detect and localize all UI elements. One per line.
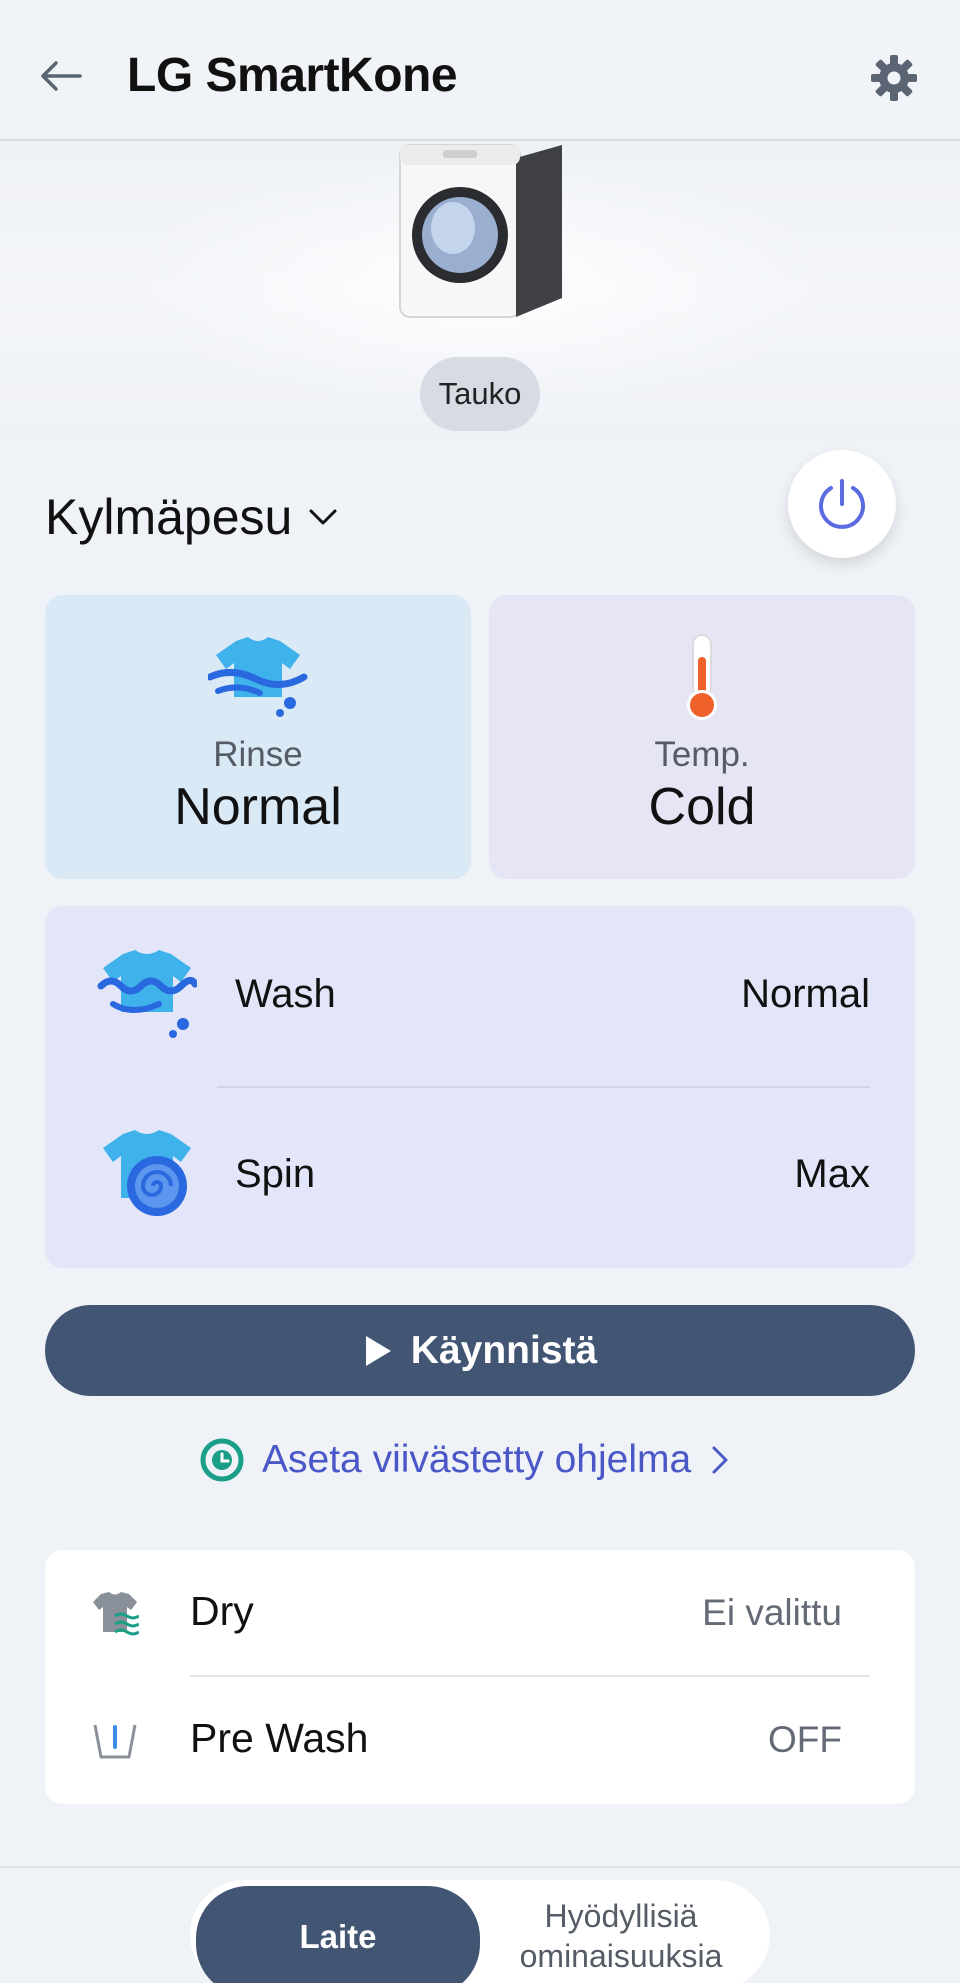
program-selector[interactable]: Kylmäpesu	[45, 488, 340, 546]
dry-label: Dry	[190, 1588, 254, 1634]
status-badge: Tauko	[420, 357, 540, 431]
wash-label: Wash	[235, 972, 336, 1016]
options-list: Dry Ei valittu Pre Wash OFF	[45, 1550, 915, 1804]
temp-value: Cold	[648, 778, 756, 836]
washing-machine-image	[399, 144, 562, 318]
spin-shirt-icon	[103, 1130, 191, 1216]
play-icon	[365, 1335, 391, 1366]
wash-spin-panel: Wash Normal Spin Max	[45, 906, 915, 1268]
tab-features[interactable]: Hyödyllisiä ominaisuuksia	[490, 1896, 752, 1976]
wash-row[interactable]: Wash Normal	[45, 906, 915, 1086]
spin-value: Max	[794, 1152, 870, 1196]
rinse-value: Normal	[174, 778, 342, 836]
wash-shirt-icon	[97, 950, 197, 1038]
temp-card[interactable]: Temp. Cold	[489, 595, 915, 879]
back-arrow-icon[interactable]	[36, 50, 88, 102]
gear-icon[interactable]	[868, 52, 920, 104]
spin-row[interactable]: Spin Max	[45, 1088, 915, 1268]
chevron-right-icon	[712, 1446, 728, 1474]
rinse-label: Rinse	[213, 735, 303, 774]
tab-features-line1: Hyödyllisiä	[544, 1898, 698, 1934]
program-name: Kylmäpesu	[45, 489, 293, 545]
prewash-option[interactable]: Pre Wash OFF	[45, 1677, 915, 1803]
start-label: Käynnistä	[410, 1328, 598, 1372]
rinse-shirt-icon	[208, 637, 308, 717]
prewash-icon	[93, 1724, 137, 1759]
temp-label: Temp.	[654, 735, 750, 774]
rinse-card[interactable]: Rinse Normal	[45, 595, 471, 879]
power-icon	[819, 479, 865, 529]
dry-option[interactable]: Dry Ei valittu	[45, 1550, 915, 1676]
prewash-label: Pre Wash	[190, 1715, 369, 1761]
prewash-value: OFF	[768, 1719, 842, 1760]
page-title: LG SmartKone	[127, 49, 458, 102]
chevron-down-icon	[309, 509, 337, 525]
tab-device[interactable]: Laite	[196, 1886, 480, 1983]
dry-icon	[93, 1592, 139, 1636]
wash-value: Normal	[741, 972, 870, 1016]
thermometer-icon	[687, 634, 717, 720]
delay-program-link[interactable]: Aseta viivästetty ohjelma	[198, 1432, 733, 1488]
tab-features-line2: ominaisuuksia	[519, 1938, 723, 1974]
spin-label: Spin	[235, 1152, 316, 1196]
start-button[interactable]: Käynnistä	[45, 1305, 915, 1396]
dry-value: Ei valittu	[702, 1592, 842, 1633]
power-button[interactable]	[788, 450, 896, 558]
delay-label: Aseta viivästetty ohjelma	[262, 1438, 692, 1481]
clock-icon	[200, 1438, 244, 1482]
